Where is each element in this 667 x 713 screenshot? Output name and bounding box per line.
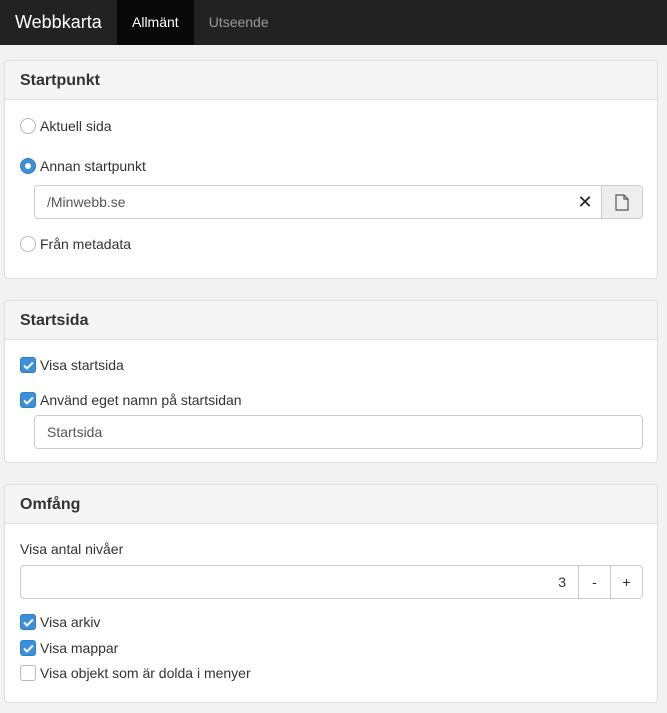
checkbox-label: Visa mappar <box>40 640 119 656</box>
startpoint-path-group: ✕ <box>34 185 643 219</box>
checkbox-checked-icon[interactable] <box>20 614 36 630</box>
decrement-button[interactable]: - <box>578 566 610 598</box>
radio-aktuell-sida[interactable]: Aktuell sida <box>20 116 112 136</box>
checkbox-checked-icon[interactable] <box>20 392 36 408</box>
radio-unchecked-icon[interactable] <box>20 236 36 252</box>
startpunkt-heading: Startpunkt <box>5 61 657 100</box>
startpage-name-input[interactable] <box>34 415 643 449</box>
radio-unchecked-icon[interactable] <box>20 118 36 134</box>
startsida-panel: Startsida Visa startsida Använd eget nam… <box>4 300 658 463</box>
clear-icon[interactable]: ✕ <box>569 186 601 218</box>
document-icon <box>615 193 629 211</box>
omfang-panel: Omfång Visa antal nivåer 3 - + Visa arki… <box>4 484 658 703</box>
top-navbar: Webbkarta Allmänt Utseende <box>0 0 667 45</box>
checkbox-label: Visa startsida <box>40 357 124 373</box>
levels-value[interactable]: 3 <box>21 566 578 598</box>
checkbox-eget-namn[interactable]: Använd eget namn på startsidan <box>20 390 242 410</box>
checkbox-visa-mappar[interactable]: Visa mappar <box>20 638 118 658</box>
startsida-heading: Startsida <box>5 301 657 340</box>
levels-label: Visa antal nivåer <box>20 541 124 557</box>
brand-title[interactable]: Webbkarta <box>0 0 117 45</box>
radio-fran-metadata[interactable]: Från metadata <box>20 234 131 254</box>
browse-page-button[interactable] <box>601 186 642 218</box>
checkbox-unchecked-icon[interactable] <box>20 665 36 681</box>
radio-checked-icon[interactable] <box>20 158 36 174</box>
radio-label: Från metadata <box>40 236 132 252</box>
increment-button[interactable]: + <box>610 566 642 598</box>
startpoint-path-input[interactable] <box>35 186 569 218</box>
radio-annan-startpunkt[interactable]: Annan startpunkt <box>20 156 146 176</box>
levels-stepper: 3 - + <box>20 565 643 599</box>
omfang-heading: Omfång <box>5 485 657 524</box>
radio-label: Annan startpunkt <box>40 158 146 174</box>
startpunkt-panel: Startpunkt Aktuell sida Annan startpunkt… <box>4 60 658 279</box>
tab-allmant[interactable]: Allmänt <box>117 0 194 45</box>
checkbox-visa-arkiv[interactable]: Visa arkiv <box>20 612 100 632</box>
checkbox-label: Visa objekt som är dolda i menyer <box>40 665 251 681</box>
checkbox-dolda-objekt[interactable]: Visa objekt som är dolda i menyer <box>20 663 251 683</box>
radio-label: Aktuell sida <box>40 118 112 134</box>
checkbox-checked-icon[interactable] <box>20 640 36 656</box>
checkbox-label: Visa arkiv <box>40 614 101 630</box>
tab-utseende[interactable]: Utseende <box>194 0 284 45</box>
checkbox-checked-icon[interactable] <box>20 357 36 373</box>
checkbox-visa-startsida[interactable]: Visa startsida <box>20 355 124 375</box>
checkbox-label: Använd eget namn på startsidan <box>40 392 242 408</box>
